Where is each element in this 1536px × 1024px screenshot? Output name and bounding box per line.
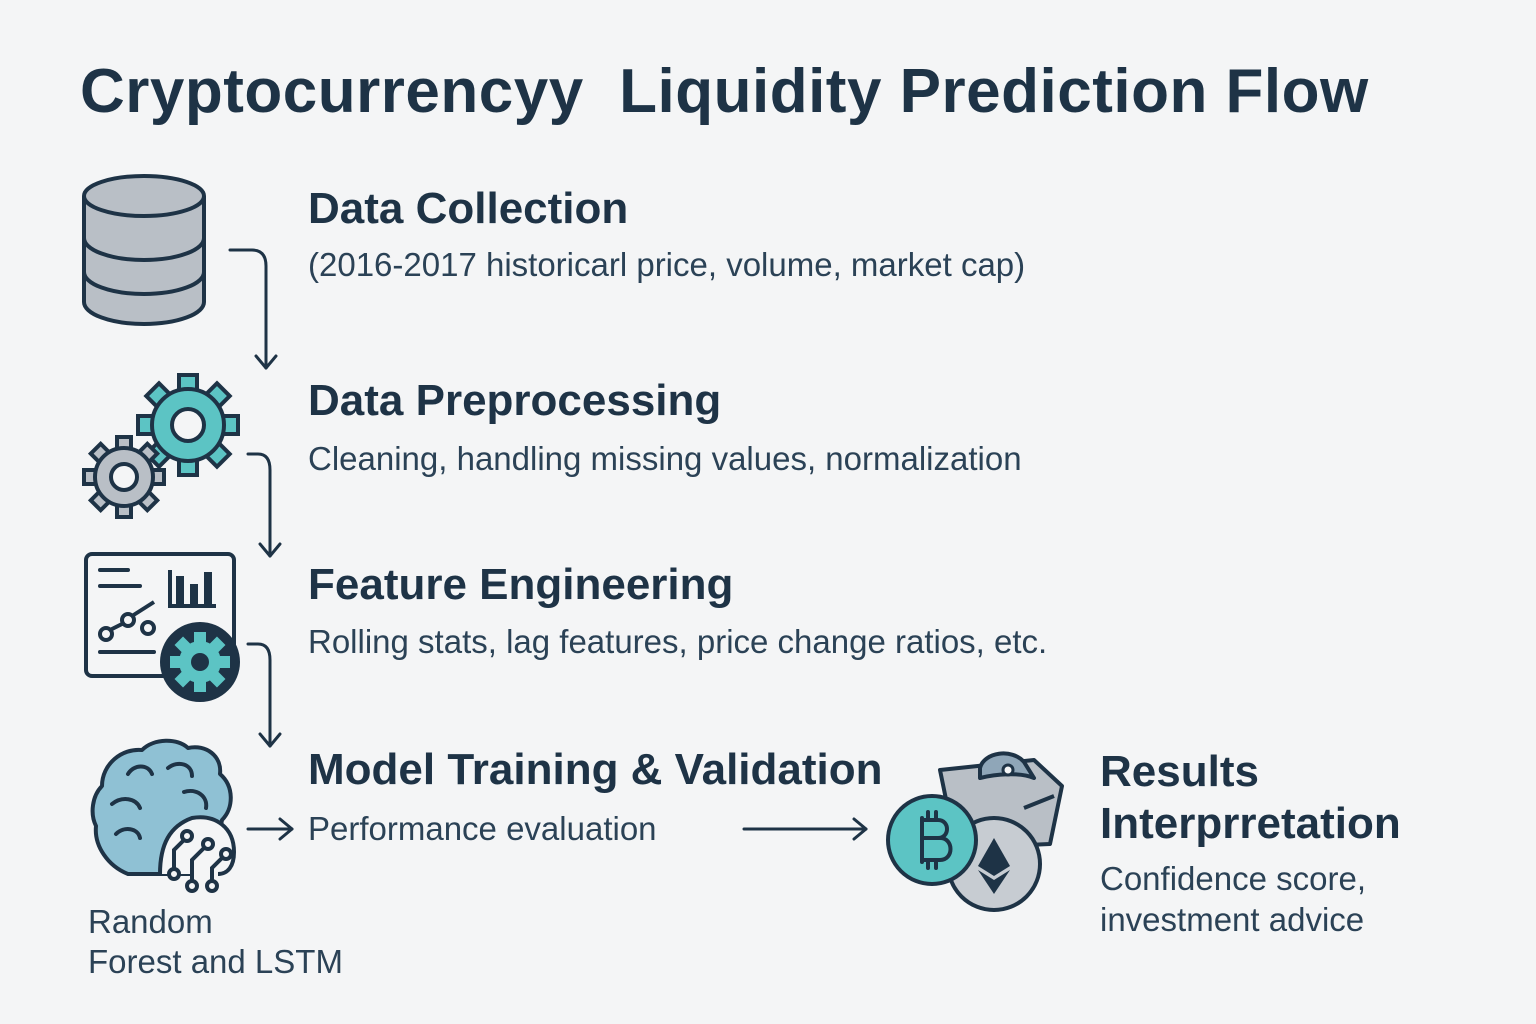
arrow-collection-to-preprocessing [228, 248, 268, 370]
arrow-preprocessing-to-feature [246, 452, 272, 558]
arrow-feature-to-model [246, 642, 272, 748]
flow-arrows [228, 248, 868, 841]
